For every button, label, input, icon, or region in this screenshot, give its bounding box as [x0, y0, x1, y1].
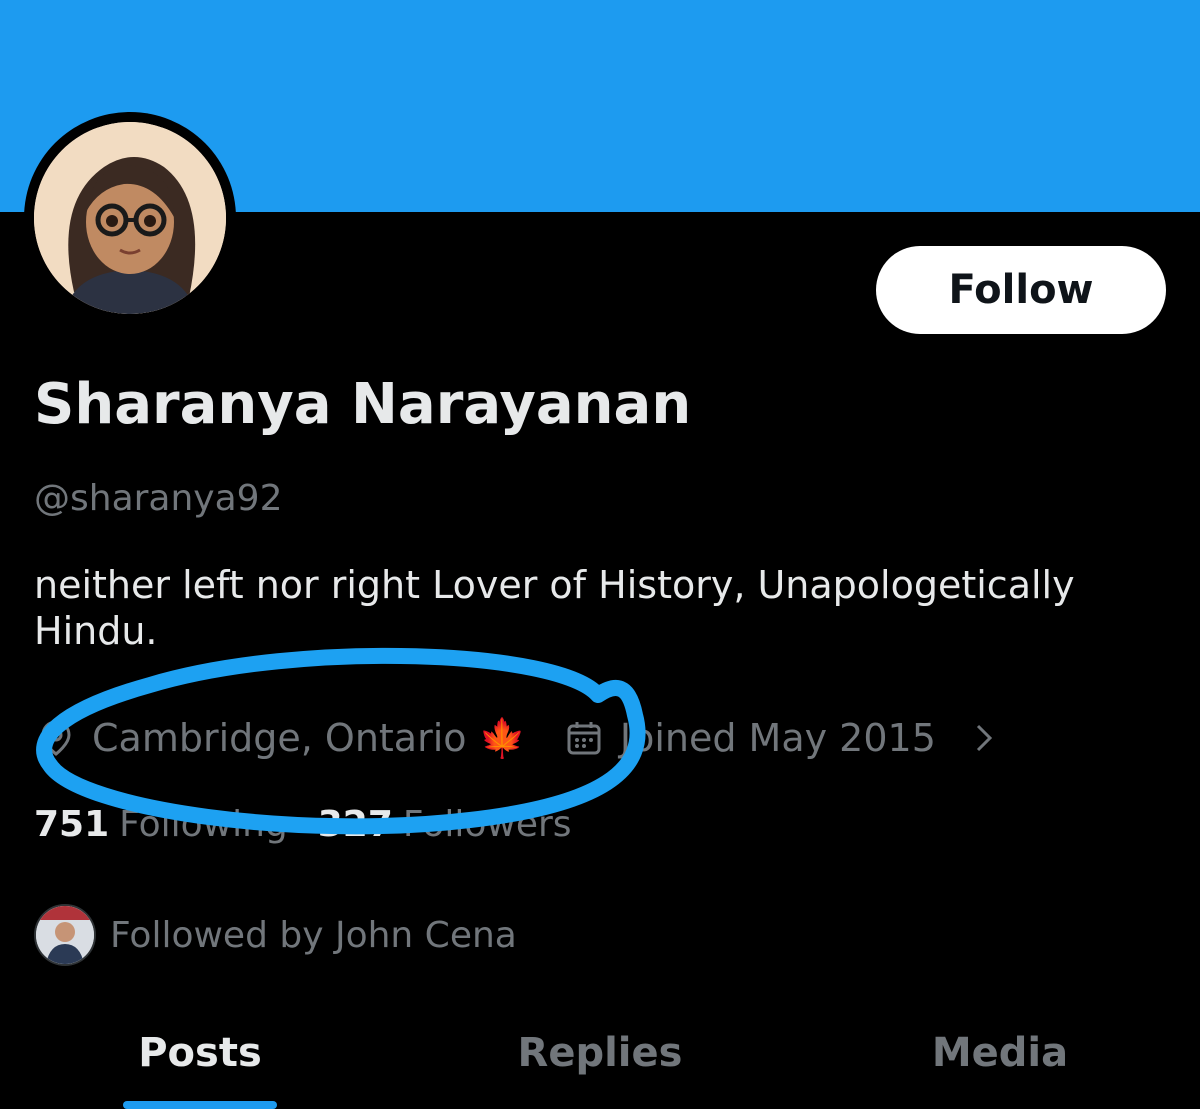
follow-button[interactable]: Follow — [876, 246, 1166, 334]
location-pin-icon — [34, 716, 78, 760]
follower-avatar — [34, 904, 96, 966]
tab-media[interactable]: Media — [800, 1018, 1200, 1109]
profile-avatar[interactable] — [24, 112, 236, 324]
chevron-right-icon[interactable] — [962, 716, 1006, 760]
followers-label[interactable]: Followers — [403, 804, 572, 845]
location-text: Cambridge, Ontario — [92, 716, 467, 760]
tab-label: Media — [931, 1030, 1069, 1076]
active-tab-indicator — [123, 1101, 277, 1109]
tab-replies[interactable]: Replies — [400, 1018, 800, 1109]
follow-stats: 751 Following 327 Followers — [34, 804, 572, 845]
tab-label: Posts — [138, 1030, 262, 1076]
avatar-image — [34, 122, 226, 314]
display-name: Sharanya Narayanan — [34, 372, 692, 437]
tab-label: Replies — [517, 1030, 683, 1076]
profile-meta: Cambridge, Ontario 🍁 Joined May 2015 — [34, 712, 1006, 764]
user-handle: @sharanya92 — [34, 478, 283, 519]
calendar-icon — [562, 716, 606, 760]
followed-by[interactable]: Followed by John Cena — [34, 904, 517, 966]
followers-count[interactable]: 327 — [318, 804, 393, 845]
profile-bio: neither left nor right Lover of History,… — [34, 563, 1075, 653]
maple-leaf-icon: 🍁 — [478, 715, 526, 760]
following-count[interactable]: 751 — [34, 804, 109, 845]
joined-date: Joined May 2015 — [619, 716, 936, 760]
following-label[interactable]: Following — [119, 804, 288, 845]
profile-tabs: Posts Replies Media — [0, 1018, 1200, 1109]
tab-posts[interactable]: Posts — [0, 1018, 400, 1109]
followed-by-text: Followed by John Cena — [110, 914, 517, 956]
